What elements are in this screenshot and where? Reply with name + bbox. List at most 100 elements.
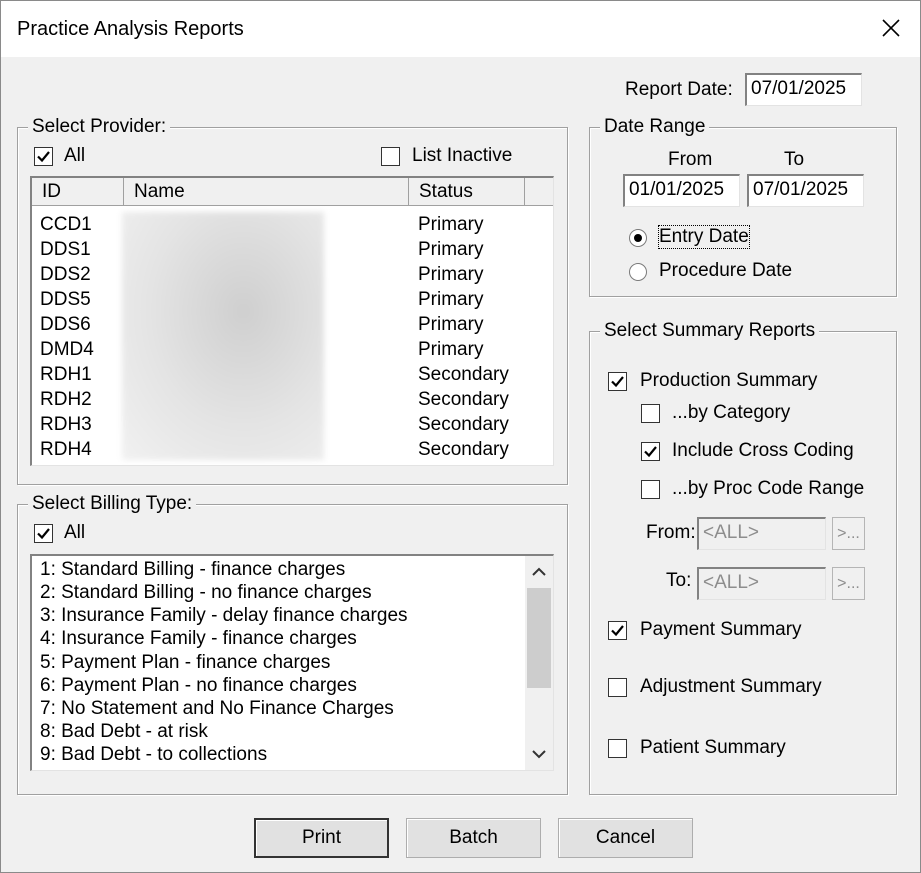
entry-date-radio[interactable] bbox=[629, 229, 647, 247]
title-bar: Practice Analysis Reports bbox=[1, 1, 920, 57]
print-button[interactable]: Print bbox=[254, 818, 389, 858]
row-status: Primary bbox=[418, 214, 484, 235]
row-id: RDH4 bbox=[40, 439, 92, 460]
chevron-up-icon bbox=[532, 567, 546, 576]
list-item-label: 9: Bad Debt - to collections bbox=[40, 744, 268, 765]
row-status: Secondary bbox=[418, 439, 509, 460]
close-icon bbox=[882, 19, 900, 37]
row-status: Secondary bbox=[418, 364, 509, 385]
window-title: Practice Analysis Reports bbox=[17, 18, 244, 40]
cancel-button[interactable]: Cancel bbox=[558, 818, 693, 858]
checkmark-icon bbox=[37, 151, 50, 163]
batch-button[interactable]: Batch bbox=[406, 818, 541, 858]
column-header-name[interactable]: Name bbox=[124, 178, 409, 206]
proc-from-label: From: bbox=[646, 522, 696, 543]
list-item-label: 1: Standard Billing - finance charges bbox=[40, 559, 346, 580]
select-summary-reports-group: Select Summary Reports Production Summar… bbox=[589, 320, 897, 795]
list-item-label: 5: Payment Plan - finance charges bbox=[40, 652, 331, 673]
date-from-label: From bbox=[668, 149, 713, 170]
billing-scrollbar[interactable] bbox=[525, 556, 553, 770]
scroll-down-button[interactable] bbox=[525, 740, 553, 768]
billing-all-label: All bbox=[64, 522, 86, 543]
row-id: CCD1 bbox=[40, 214, 92, 235]
payment-summary-checkbox[interactable] bbox=[608, 621, 627, 640]
adjustment-summary-checkbox[interactable] bbox=[608, 678, 627, 697]
provider-list[interactable]: ID Name Status CCD1 Primary DDS1 Primary… bbox=[30, 176, 554, 466]
row-status: Primary bbox=[418, 289, 484, 310]
billing-type-list[interactable]: 1: Standard Billing - finance charges 2:… bbox=[30, 554, 554, 771]
list-item-label: 6: Payment Plan - no finance charges bbox=[40, 675, 357, 696]
row-id: DDS2 bbox=[40, 264, 91, 285]
redacted-names bbox=[122, 212, 324, 460]
list-item-label: 4: Insurance Family - finance charges bbox=[40, 628, 357, 649]
list-item-label: 3: Insurance Family - delay finance char… bbox=[40, 605, 408, 626]
date-to-label: To bbox=[784, 149, 805, 170]
select-provider-legend: Select Provider: bbox=[28, 116, 171, 138]
select-provider-group: Select Provider: All List Inactive ID Na… bbox=[17, 116, 568, 485]
list-item-label: 8: Bad Debt - at risk bbox=[40, 721, 208, 742]
provider-all-label: All bbox=[64, 145, 86, 166]
row-status: Primary bbox=[418, 239, 484, 260]
list-item-label: 7: No Statement and No Finance Charges bbox=[40, 698, 394, 719]
row-status: Secondary bbox=[418, 389, 509, 410]
list-inactive-label: List Inactive bbox=[412, 145, 513, 166]
radio-selected-dot bbox=[634, 234, 642, 242]
by-proc-code-range-checkbox[interactable] bbox=[641, 480, 660, 499]
patient-summary-checkbox[interactable] bbox=[608, 739, 627, 758]
by-category-label: ...by Category bbox=[672, 402, 791, 423]
select-summary-reports-legend: Select Summary Reports bbox=[600, 320, 820, 342]
production-summary-checkbox[interactable] bbox=[608, 372, 627, 391]
report-date-label: Report Date: bbox=[625, 79, 733, 100]
row-status: Primary bbox=[418, 339, 484, 360]
select-billing-type-legend: Select Billing Type: bbox=[28, 493, 197, 515]
checkmark-icon bbox=[611, 625, 624, 637]
by-proc-code-range-label: ...by Proc Code Range bbox=[672, 478, 865, 499]
by-category-checkbox[interactable] bbox=[641, 404, 660, 423]
production-summary-label: Production Summary bbox=[640, 370, 818, 391]
date-to-input[interactable]: 07/01/2025 bbox=[747, 174, 864, 207]
list-item-label: 2: Standard Billing - no finance charges bbox=[40, 582, 372, 603]
procedure-date-label: Procedure Date bbox=[659, 260, 793, 281]
proc-to-label: To: bbox=[666, 570, 692, 591]
column-header-id[interactable]: ID bbox=[32, 178, 124, 206]
payment-summary-label: Payment Summary bbox=[640, 619, 802, 640]
include-cross-coding-checkbox[interactable] bbox=[641, 442, 660, 461]
row-id: DDS5 bbox=[40, 289, 91, 310]
include-cross-coding-label: Include Cross Coding bbox=[672, 440, 854, 461]
procedure-date-radio[interactable] bbox=[629, 263, 647, 281]
row-id: DMD4 bbox=[40, 339, 94, 360]
column-header-status[interactable]: Status bbox=[409, 178, 525, 206]
column-header-filler bbox=[525, 178, 553, 206]
row-id: RDH2 bbox=[40, 389, 92, 410]
row-status: Primary bbox=[418, 314, 484, 335]
patient-summary-label: Patient Summary bbox=[640, 737, 786, 758]
adjustment-summary-label: Adjustment Summary bbox=[640, 676, 822, 697]
row-id: DDS1 bbox=[40, 239, 91, 260]
dialog-window: Practice Analysis Reports Report Date: 0… bbox=[0, 0, 921, 873]
row-id: RDH3 bbox=[40, 414, 92, 435]
row-status: Primary bbox=[418, 264, 484, 285]
entry-date-label: Entry Date bbox=[658, 225, 750, 249]
checkmark-icon bbox=[644, 446, 657, 458]
close-button[interactable] bbox=[868, 7, 914, 49]
billing-all-checkbox[interactable] bbox=[34, 524, 53, 543]
provider-all-checkbox[interactable] bbox=[34, 147, 53, 166]
checkmark-icon bbox=[611, 376, 624, 388]
row-id: DDS6 bbox=[40, 314, 91, 335]
row-status: Secondary bbox=[418, 414, 509, 435]
list-inactive-checkbox[interactable] bbox=[381, 147, 400, 166]
checkmark-icon bbox=[37, 528, 50, 540]
chevron-down-icon bbox=[532, 750, 546, 759]
date-range-group: Date Range From To 01/01/2025 07/01/2025… bbox=[589, 116, 897, 297]
select-billing-type-group: Select Billing Type: All 1: Standard Bil… bbox=[17, 493, 568, 795]
scroll-up-button[interactable] bbox=[525, 558, 553, 586]
row-id: RDH1 bbox=[40, 364, 92, 385]
scroll-thumb[interactable] bbox=[527, 588, 551, 688]
date-from-input[interactable]: 01/01/2025 bbox=[623, 174, 740, 207]
report-date-input[interactable]: 07/01/2025 bbox=[745, 73, 862, 106]
date-range-legend: Date Range bbox=[600, 116, 710, 138]
proc-to-browse-button[interactable]: >... bbox=[832, 567, 865, 600]
proc-from-browse-button[interactable]: >... bbox=[832, 517, 865, 550]
proc-from-input[interactable]: <ALL> bbox=[697, 517, 826, 550]
proc-to-input[interactable]: <ALL> bbox=[697, 567, 826, 600]
